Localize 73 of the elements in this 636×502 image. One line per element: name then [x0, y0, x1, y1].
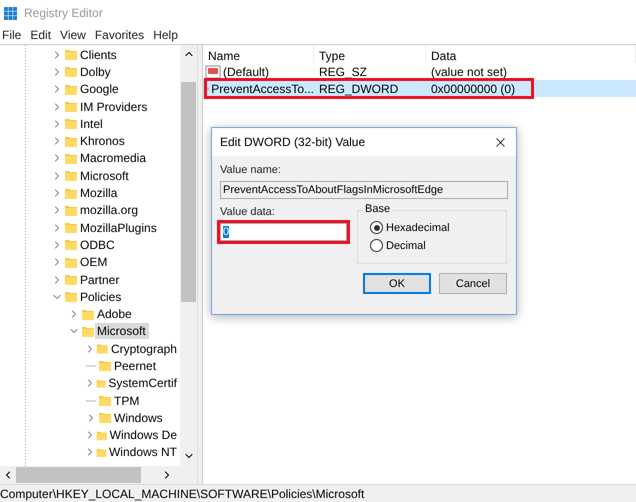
folder-icon: [64, 273, 78, 286]
dialog-button[interactable]: Cancel: [439, 273, 507, 294]
tree-item[interactable]: OEM: [78, 254, 110, 270]
menu-item[interactable]: Favorites: [94, 28, 144, 42]
folder-icon: [98, 394, 112, 408]
tree-item[interactable]: Partner: [78, 272, 122, 288]
group-label: Base: [363, 203, 392, 215]
menu-item[interactable]: View: [60, 28, 86, 42]
tree-item[interactable]: Windows De: [108, 427, 180, 444]
tree-item[interactable]: Intel: [78, 116, 106, 132]
field-label: Value data:: [220, 206, 276, 218]
tree-item[interactable]: IM Providers: [78, 98, 150, 115]
menu-item[interactable]: Help: [153, 28, 178, 42]
column-header[interactable]: Data: [426, 45, 636, 63]
dialog-title: Edit DWORD (32-bit) Value: [220, 135, 366, 149]
folder-icon: [64, 169, 78, 182]
field-label: Value name:: [220, 164, 282, 176]
folder-icon: [81, 308, 95, 321]
folder-icon: [64, 186, 78, 200]
tree-item[interactable]: Cryptograph: [108, 340, 180, 357]
string-value-icon: [205, 64, 221, 78]
tree-item[interactable]: ODBC: [78, 236, 118, 253]
tree-item[interactable]: Windows: [112, 410, 166, 426]
radio-option[interactable]: Decimal: [370, 239, 506, 252]
column-header[interactable]: Type: [314, 45, 426, 63]
folder-icon: [64, 134, 78, 148]
value-name[interactable]: (Default): [203, 63, 314, 80]
folder-icon: [64, 65, 78, 78]
value-name-field[interactable]: PreventAccessToAboutFlagsInMicrosoftEdge: [220, 181, 508, 199]
tree-item[interactable]: Microsoft: [95, 323, 149, 340]
column-header[interactable]: Name: [203, 45, 314, 63]
window-title: Registry Editor: [24, 6, 103, 20]
tree-item[interactable]: Policies: [78, 288, 124, 305]
tree-item[interactable]: Clients: [78, 46, 120, 63]
value-data: (value not set): [430, 64, 508, 80]
tree-item[interactable]: Mozilla: [78, 185, 120, 202]
folder-icon: [64, 152, 78, 165]
folder-icon: [64, 82, 78, 96]
tree-item[interactable]: SystemCertif: [106, 375, 180, 392]
tree-item[interactable]: Windows NT: [106, 444, 180, 460]
radio-option[interactable]: Hexadecimal: [370, 221, 506, 234]
folder-icon: [64, 221, 78, 234]
folder-icon: [98, 411, 112, 424]
status-bar: Computer\HKEY_LOCAL_MACHINE\SOFTWARE\Policies\Microsoft: [0, 484, 636, 502]
folder-icon: [64, 48, 78, 62]
tree-item[interactable]: Khronos: [78, 133, 128, 150]
folder-icon: [81, 324, 95, 338]
tree-item[interactable]: MozillaPlugins: [78, 220, 160, 236]
tree-item[interactable]: Macromedia: [78, 150, 150, 166]
horizontal-scrollbar[interactable]: [0, 466, 197, 484]
value-data-field[interactable]: 0: [220, 223, 347, 241]
tree-item[interactable]: Adobe: [95, 306, 135, 322]
folder-icon: [96, 342, 109, 356]
tree-item[interactable]: Microsoft: [78, 168, 132, 184]
value-type: REG_SZ: [318, 64, 368, 80]
folder-icon: [64, 117, 78, 130]
folder-icon: [64, 256, 78, 269]
tree-item[interactable]: mozilla.org: [78, 202, 142, 218]
folder-icon: [64, 100, 78, 114]
app-icon: [4, 6, 18, 20]
tree-item[interactable]: Google: [78, 81, 122, 98]
folder-icon: [64, 290, 78, 304]
tree-item[interactable]: Dolby: [78, 64, 114, 80]
menu-item[interactable]: File: [2, 28, 22, 42]
menu-item[interactable]: Edit: [30, 28, 52, 42]
dialog-button[interactable]: OK: [363, 273, 431, 294]
tree-item[interactable]: Peernet: [112, 358, 160, 374]
folder-icon: [64, 238, 78, 252]
folder-icon: [64, 204, 78, 217]
folder-icon: [98, 359, 112, 372]
value-data: 0x00000000 (0): [426, 80, 636, 97]
tree-item[interactable]: TPM: [112, 392, 142, 409]
vertical-scrollbar[interactable]: [180, 45, 197, 466]
